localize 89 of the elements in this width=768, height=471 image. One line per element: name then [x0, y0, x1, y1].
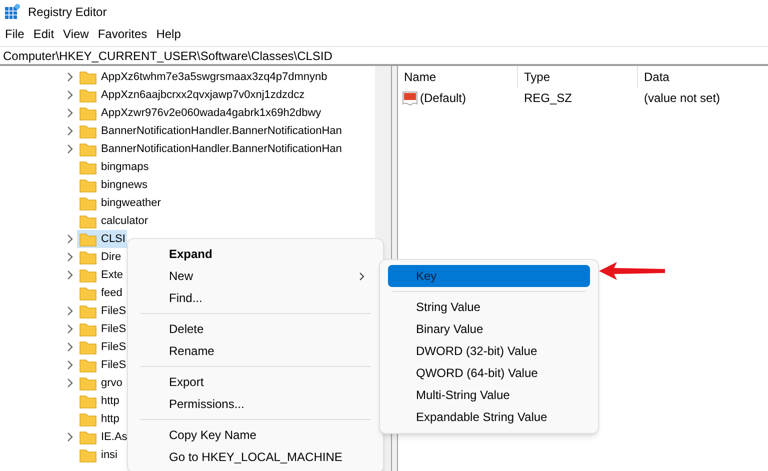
tree-item[interactable]: Dire — [77, 248, 124, 266]
expand-chevron-icon[interactable] — [66, 126, 74, 136]
tree-item[interactable]: AppXz6twhm7e3a5swgrsmaax3zq4p7dmnynb — [77, 68, 330, 86]
menu-bar-item[interactable]: File — [1, 25, 28, 43]
tree-item[interactable]: FileS — [77, 338, 128, 356]
expand-chevron-icon[interactable] — [66, 306, 74, 316]
tree-item[interactable]: FileS — [77, 320, 128, 338]
expand-chevron-icon[interactable] — [66, 270, 74, 280]
submenu-item[interactable]: Key — [388, 265, 590, 287]
folder-icon — [79, 70, 97, 84]
expand-chevron-icon[interactable] — [66, 90, 74, 100]
folder-icon — [79, 124, 97, 138]
folder-icon — [79, 232, 97, 246]
context-menu-item[interactable]: Find... — [132, 287, 379, 309]
context-menu-item[interactable]: Permissions... — [132, 393, 379, 415]
tree-item[interactable]: bingmaps — [77, 158, 151, 176]
expand-chevron-icon[interactable] — [66, 324, 74, 334]
tree-item[interactable]: BannerNotificationHandler.BannerNotificationHan — [77, 140, 344, 158]
context-menu-item[interactable]: Copy Key Name — [132, 424, 379, 446]
folder-icon — [79, 304, 97, 318]
tree-item[interactable]: FileS — [77, 356, 128, 374]
submenu-item[interactable]: QWORD (64-bit) Value — [388, 362, 590, 384]
menu-bar-item[interactable]: Edit — [29, 25, 58, 43]
folder-icon — [79, 340, 97, 354]
folder-icon — [79, 268, 97, 282]
expand-chevron-icon[interactable] — [66, 360, 74, 370]
tree-item[interactable]: CLSI — [77, 230, 128, 248]
tree-item[interactable]: bingweather — [77, 194, 163, 212]
registry-app-icon — [4, 4, 20, 20]
expand-chevron-icon[interactable] — [66, 342, 74, 352]
tree-item[interactable]: http — [77, 392, 122, 410]
submenu-chevron-icon — [359, 272, 365, 280]
submenu-item[interactable]: Binary Value — [388, 318, 590, 340]
folder-icon — [79, 322, 97, 336]
tree-item[interactable]: IE.As — [77, 428, 130, 446]
menu-bar-item[interactable]: Help — [152, 25, 185, 43]
folder-icon — [79, 88, 97, 102]
folder-icon — [79, 196, 97, 210]
tree-item[interactable]: FileS — [77, 302, 128, 320]
expand-chevron-icon[interactable] — [66, 252, 74, 262]
menu-bar-item[interactable]: Favorites — [94, 25, 152, 43]
expand-chevron-icon[interactable] — [66, 234, 74, 244]
folder-icon — [79, 178, 97, 192]
folder-icon — [79, 376, 97, 390]
submenu-item[interactable]: DWORD (32-bit) Value — [388, 340, 590, 362]
context-menu-item[interactable]: Delete — [132, 318, 379, 340]
expand-chevron-icon[interactable] — [66, 432, 74, 442]
submenu-item[interactable]: Expandable String Value — [388, 406, 590, 428]
column-header[interactable]: Data — [644, 68, 670, 86]
tree-item[interactable]: insi — [77, 446, 120, 464]
tree-item[interactable]: bingnews — [77, 176, 150, 194]
context-menu-item[interactable]: Export — [132, 371, 379, 393]
column-header[interactable]: Name — [404, 68, 436, 86]
table-cell-text: REG_SZ — [523, 90, 574, 107]
tree-item[interactable]: BannerNotificationHandler.BannerNotificationHan — [77, 122, 344, 140]
tree-item[interactable]: grvo — [77, 374, 124, 392]
tree-item[interactable]: calculator — [77, 212, 150, 230]
expand-chevron-icon[interactable] — [66, 108, 74, 118]
expand-chevron-icon[interactable] — [66, 378, 74, 388]
window-title: Registry Editor — [28, 4, 107, 21]
folder-icon — [79, 412, 97, 426]
folder-icon — [79, 358, 97, 372]
context-menu-item[interactable]: New — [132, 265, 379, 287]
tree-item[interactable]: Exte — [77, 266, 126, 284]
submenu-item[interactable]: String Value — [388, 296, 590, 318]
folder-icon — [79, 106, 97, 120]
folder-icon — [79, 448, 97, 462]
table-cell-text: (Default) — [420, 90, 466, 107]
table-cell-text: (value not set) — [643, 90, 722, 107]
string-value-icon — [402, 90, 418, 106]
folder-icon — [79, 160, 97, 174]
expand-chevron-icon[interactable] — [66, 72, 74, 82]
context-menu-item[interactable]: Rename — [132, 340, 379, 362]
expand-chevron-icon[interactable] — [66, 144, 74, 154]
context-menu-item[interactable]: Expand — [132, 243, 379, 265]
address-field[interactable]: Computer\HKEY_CURRENT_USER\Software\Classes\CLSID — [3, 46, 332, 64]
folder-icon — [79, 142, 97, 156]
context-menu-item[interactable]: Go to HKEY_LOCAL_MACHINE — [132, 446, 379, 468]
menu-bar-item[interactable]: View — [59, 25, 93, 43]
tree-item[interactable]: http — [77, 410, 122, 428]
tree-item[interactable]: feed — [77, 284, 124, 302]
tree-item[interactable]: AppXzwr976v2e060wada4gabrk1x69h2dbwy — [77, 104, 324, 122]
tree-item[interactable]: AppXzn6aajbcrxx2qvxjawp7v0xnj1zdzdcz — [77, 86, 307, 104]
column-header[interactable]: Type — [524, 68, 550, 86]
folder-icon — [79, 286, 97, 300]
submenu-item[interactable]: Multi-String Value — [388, 384, 590, 406]
folder-icon — [79, 394, 97, 408]
folder-icon — [79, 430, 97, 444]
pointer-arrow-icon — [597, 261, 667, 281]
